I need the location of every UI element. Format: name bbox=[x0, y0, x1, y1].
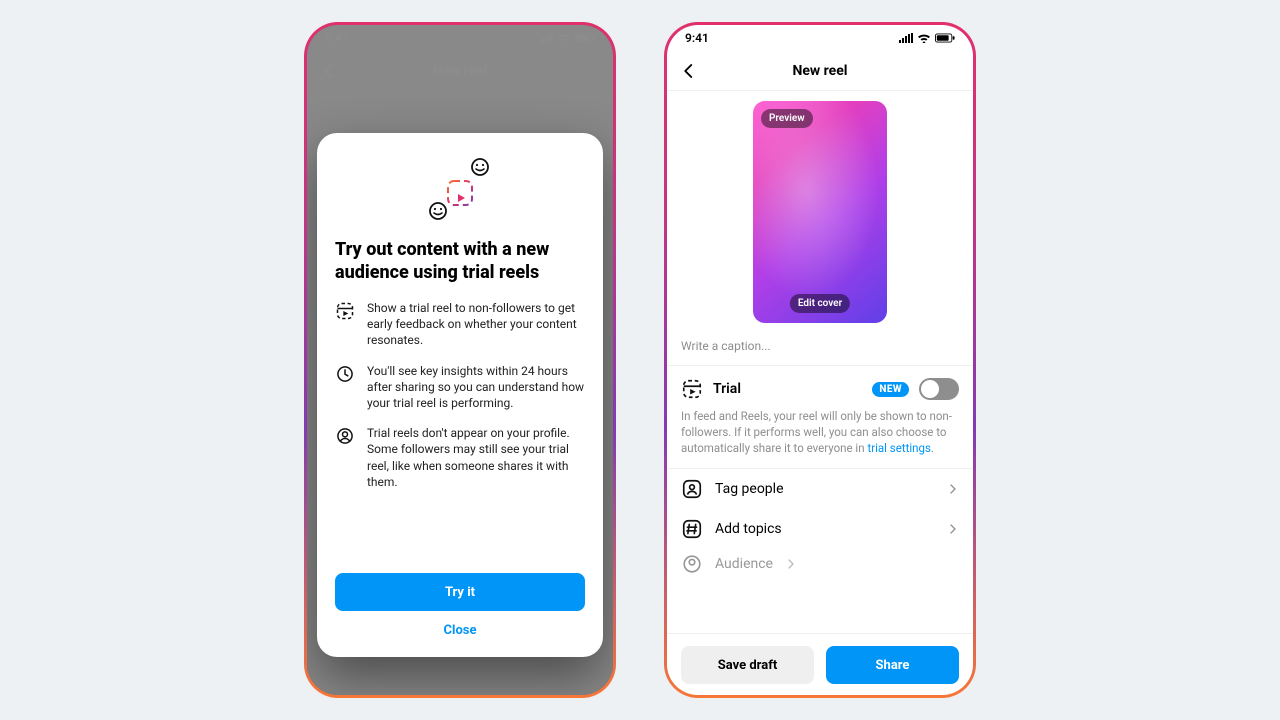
status-time: 9:41 bbox=[685, 31, 709, 45]
bullet-text: You'll see key insights within 24 hours … bbox=[367, 363, 585, 412]
battery-icon bbox=[935, 33, 955, 43]
phone-right: 9:41 New reel Preview Edit cover Writ bbox=[664, 22, 976, 698]
modal-hero-graphic bbox=[335, 151, 585, 231]
status-bar: 9:41 bbox=[307, 25, 613, 51]
new-badge: NEW bbox=[872, 382, 909, 397]
bottom-action-bar: Save draft Share bbox=[667, 633, 973, 695]
nav-bar: New reel bbox=[307, 51, 613, 91]
person-tag-icon bbox=[681, 478, 703, 500]
wifi-icon bbox=[917, 33, 931, 43]
wifi-icon bbox=[557, 33, 571, 43]
modal-bullets: Show a trial reel to non-followers to ge… bbox=[335, 300, 585, 563]
reel-icon bbox=[681, 378, 703, 400]
bullet-text: Show a trial reel to non-followers to ge… bbox=[367, 300, 585, 349]
add-topics-label: Add topics bbox=[715, 521, 935, 537]
reel-cover[interactable]: Preview Edit cover bbox=[753, 101, 887, 323]
status-icons bbox=[899, 33, 955, 43]
trial-toggle[interactable] bbox=[919, 378, 959, 400]
nav-title: New reel bbox=[792, 63, 847, 79]
back-button[interactable] bbox=[677, 59, 701, 83]
audience-row[interactable]: Audience bbox=[667, 549, 973, 579]
status-bar: 9:41 bbox=[667, 25, 973, 51]
trial-settings-link[interactable]: trial settings bbox=[867, 441, 930, 455]
trial-section: Trial NEW In feed and Reels, your reel w… bbox=[667, 366, 973, 469]
modal-title: Try out content with a new audience usin… bbox=[335, 239, 585, 284]
edit-cover-chip[interactable]: Edit cover bbox=[790, 294, 850, 313]
back-button[interactable] bbox=[317, 59, 341, 83]
tag-people-row[interactable]: Tag people bbox=[667, 469, 973, 509]
chevron-left-icon bbox=[680, 62, 698, 80]
cellular-icon bbox=[539, 33, 553, 43]
tag-people-label: Tag people bbox=[715, 481, 935, 497]
nav-title: New reel bbox=[432, 63, 487, 79]
bullet-row: Show a trial reel to non-followers to ge… bbox=[335, 300, 585, 349]
status-time: 9:41 bbox=[325, 31, 349, 45]
trial-description: In feed and Reels, your reel will only b… bbox=[681, 408, 959, 456]
trial-row: Trial NEW bbox=[681, 378, 959, 400]
chevron-right-icon bbox=[947, 483, 959, 495]
cellular-icon bbox=[899, 33, 913, 43]
phone-left: 9:41 New reel bbox=[304, 22, 616, 698]
audience-label: Audience bbox=[715, 556, 773, 572]
bullet-row: Trial reels don't appear on your profile… bbox=[335, 425, 585, 490]
audience-icon bbox=[681, 553, 703, 575]
trial-reels-modal: Try out content with a new audience usin… bbox=[317, 133, 603, 657]
trial-label: Trial bbox=[713, 381, 862, 397]
chevron-right-icon bbox=[947, 523, 959, 535]
save-draft-button[interactable]: Save draft bbox=[681, 646, 814, 684]
cover-wrap: Preview Edit cover bbox=[667, 91, 973, 329]
status-icons bbox=[539, 33, 595, 43]
preview-chip[interactable]: Preview bbox=[761, 109, 813, 128]
trial-reels-hero-icon bbox=[418, 155, 502, 227]
profile-icon bbox=[335, 426, 355, 446]
clock-icon bbox=[335, 364, 355, 384]
add-topics-row[interactable]: Add topics bbox=[667, 509, 973, 549]
caption-input[interactable]: Write a caption... bbox=[667, 329, 973, 366]
trial-desc-punct: . bbox=[931, 441, 934, 455]
try-it-button[interactable]: Try it bbox=[335, 573, 585, 611]
phone-left-screen: 9:41 New reel bbox=[307, 25, 613, 695]
phone-right-screen: 9:41 New reel Preview Edit cover Writ bbox=[667, 25, 973, 695]
reel-icon bbox=[335, 301, 355, 321]
bullet-text: Trial reels don't appear on your profile… bbox=[367, 425, 585, 490]
nav-bar: New reel bbox=[667, 51, 973, 91]
chevron-right-icon bbox=[785, 558, 797, 570]
hash-icon bbox=[681, 518, 703, 540]
chevron-left-icon bbox=[320, 62, 338, 80]
new-reel-content: Preview Edit cover Write a caption... Tr… bbox=[667, 91, 973, 633]
share-button[interactable]: Share bbox=[826, 646, 959, 684]
bullet-row: You'll see key insights within 24 hours … bbox=[335, 363, 585, 412]
battery-icon bbox=[575, 33, 595, 43]
close-button[interactable]: Close bbox=[335, 611, 585, 649]
